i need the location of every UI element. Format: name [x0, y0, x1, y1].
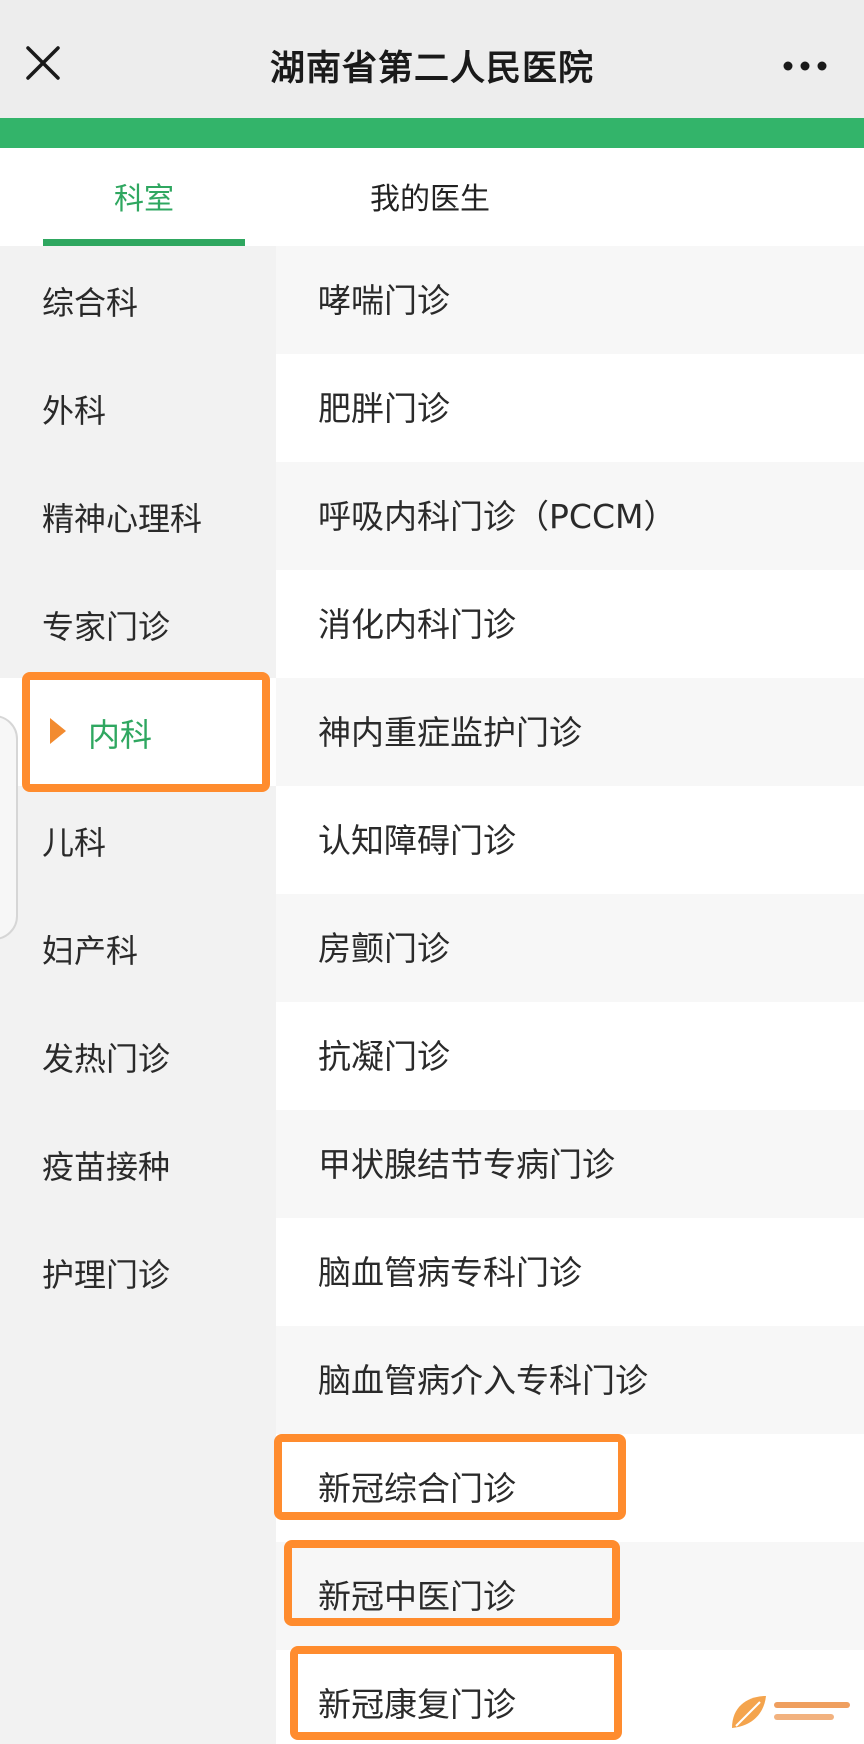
page-title: 湖南省第二人民医院	[269, 49, 594, 89]
tab-departments[interactable]: 科室	[43, 174, 245, 220]
sidebar-item-expert-clinic[interactable]: 专家门诊	[0, 570, 276, 678]
sidebar-item-vaccination[interactable]: 疫苗接种	[0, 1110, 276, 1218]
sidebar-item-obstetrics[interactable]: 妇产科	[0, 894, 276, 1002]
sidebar-item-nursing-clinic[interactable]: 护理门诊	[0, 1218, 276, 1326]
list-item[interactable]: 肥胖门诊	[276, 354, 864, 462]
tab-bar: 科室 我的医生	[0, 148, 864, 246]
list-item[interactable]: 甲状腺结节专病门诊	[276, 1110, 864, 1218]
tab-my-doctors[interactable]: 我的医生	[330, 174, 530, 220]
active-tab-indicator	[43, 239, 245, 246]
list-item[interactable]: 房颤门诊	[276, 894, 864, 1002]
sidebar-item-label: 护理门诊	[42, 1256, 171, 1294]
highlight-box-covid-tcm	[284, 1540, 620, 1626]
watermark-logo	[726, 1690, 856, 1734]
leaf-logo-icon	[732, 1696, 850, 1728]
more-options-button[interactable]	[780, 52, 830, 80]
list-item-label: 抗凝门诊	[318, 1037, 450, 1076]
list-item-label: 甲状腺结节专病门诊	[318, 1145, 615, 1184]
sidebar-item-psychiatry[interactable]: 精神心理科	[0, 462, 276, 570]
list-item-label: 哮喘门诊	[318, 281, 450, 320]
list-item-label: 神内重症监护门诊	[318, 713, 582, 752]
sidebar-item-label: 疫苗接种	[42, 1148, 171, 1186]
sidebar-item-pediatrics[interactable]: 儿科	[0, 786, 276, 894]
list-item-label: 脑血管病介入专科门诊	[318, 1361, 648, 1400]
list-item[interactable]: 脑血管病介入专科门诊	[276, 1326, 864, 1434]
list-item[interactable]: 抗凝门诊	[276, 1002, 864, 1110]
list-item-label: 肥胖门诊	[318, 389, 450, 428]
list-item-label: 消化内科门诊	[318, 605, 516, 644]
title-bar: 湖南省第二人民医院	[0, 0, 864, 118]
department-category-sidebar: 综合科 外科 精神心理科 专家门诊 内科 儿科 妇产科 发热门诊 疫苗接种 护理…	[0, 246, 276, 1744]
list-item-label: 呼吸内科门诊（PCCM）	[318, 497, 677, 536]
sidebar-item-label: 发热门诊	[42, 1040, 171, 1078]
floating-side-handle[interactable]	[0, 715, 18, 940]
header-green-banner	[0, 118, 864, 148]
list-item-label: 脑血管病专科门诊	[318, 1253, 582, 1292]
list-item-label: 认知障碍门诊	[318, 821, 516, 860]
list-item[interactable]: 消化内科门诊	[276, 570, 864, 678]
highlight-box-covid-rehab	[290, 1646, 622, 1740]
highlight-box-covid-general	[274, 1434, 626, 1520]
sidebar-item-label: 妇产科	[42, 932, 139, 970]
list-item[interactable]: 脑血管病专科门诊	[276, 1218, 864, 1326]
sidebar-item-label: 儿科	[42, 824, 107, 862]
sidebar-item-general[interactable]: 综合科	[0, 246, 276, 354]
sidebar-item-fever-clinic[interactable]: 发热门诊	[0, 1002, 276, 1110]
list-item[interactable]: 神内重症监护门诊	[276, 678, 864, 786]
list-item[interactable]: 哮喘门诊	[276, 246, 864, 354]
more-dots-icon	[783, 61, 827, 71]
list-item[interactable]: 认知障碍门诊	[276, 786, 864, 894]
sidebar-item-label: 综合科	[42, 284, 139, 322]
list-item[interactable]: 呼吸内科门诊（PCCM）	[276, 462, 864, 570]
sidebar-item-label: 外科	[42, 392, 107, 430]
list-item-label: 房颤门诊	[318, 929, 450, 968]
sidebar-item-label: 精神心理科	[42, 500, 203, 538]
sidebar-item-surgery[interactable]: 外科	[0, 354, 276, 462]
highlight-box-internal-medicine	[22, 672, 270, 792]
sidebar-item-label: 专家门诊	[42, 608, 171, 646]
